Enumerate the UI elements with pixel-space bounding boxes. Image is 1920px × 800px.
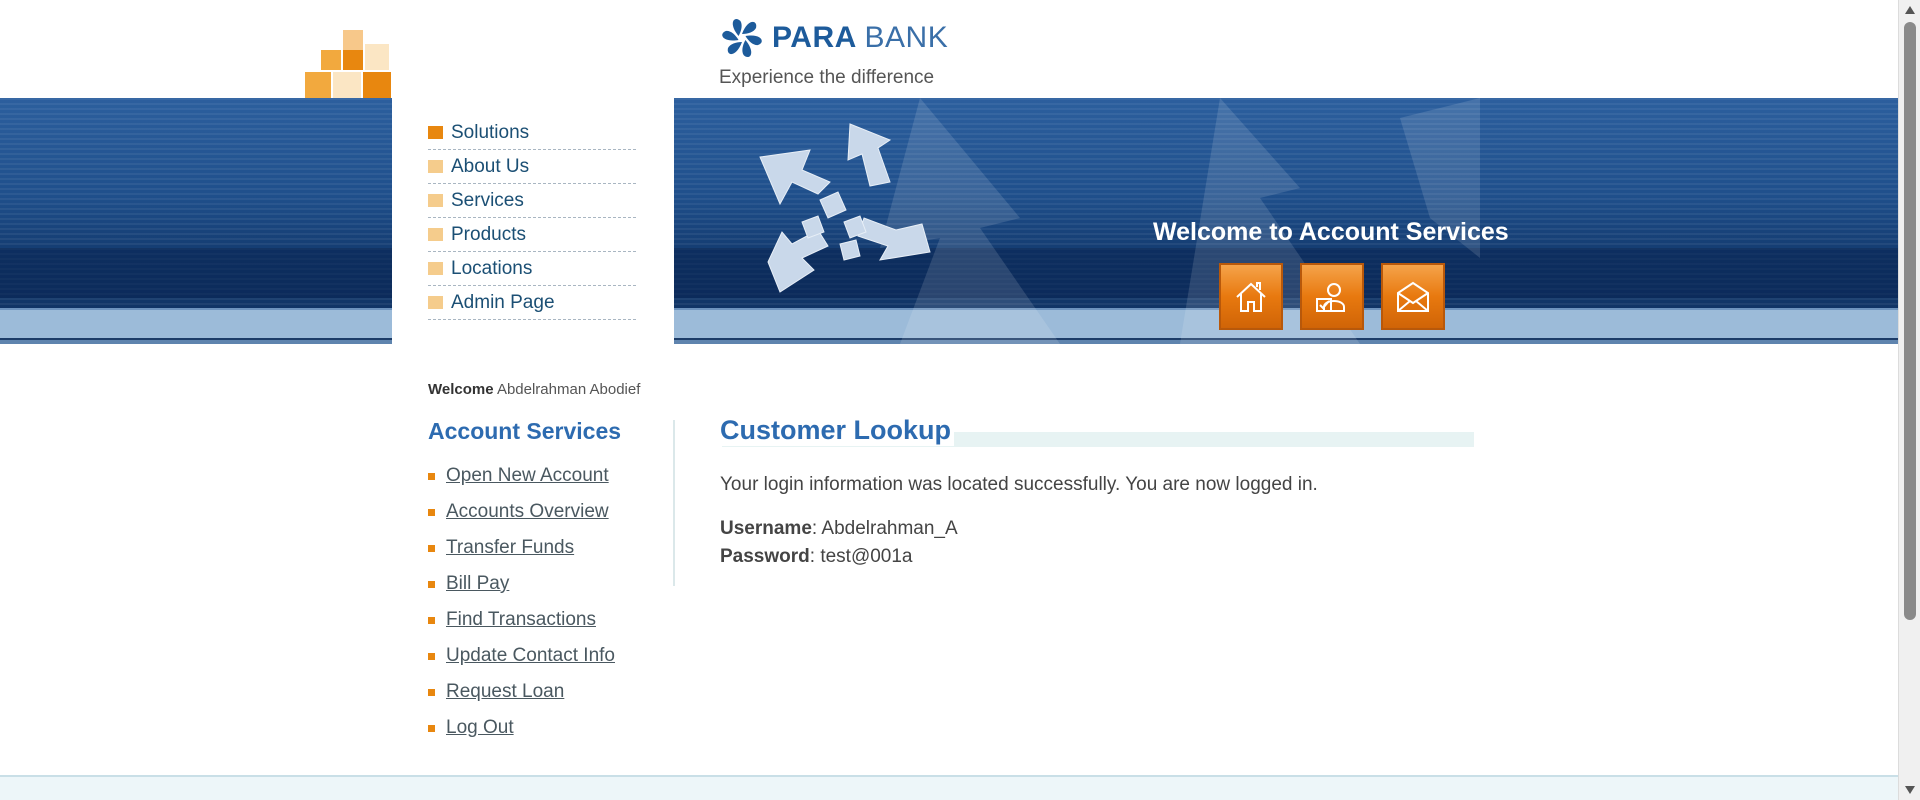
bullet-icon bbox=[428, 544, 435, 552]
menu-item-find-transactions: Find Transactions bbox=[428, 602, 615, 638]
bullet-icon bbox=[428, 724, 435, 732]
log-out-link[interactable]: Log Out bbox=[446, 717, 514, 739]
nav-link[interactable]: Products bbox=[451, 224, 526, 246]
bullet-icon bbox=[428, 580, 435, 588]
mail-icon bbox=[1397, 281, 1429, 312]
bullet-icon bbox=[428, 296, 443, 309]
welcome-message: Welcome Abdelrahman Abodief bbox=[428, 381, 641, 398]
banner-title: Welcome to Account Services bbox=[1153, 218, 1509, 246]
username-label: Username bbox=[720, 518, 812, 539]
contact-button[interactable] bbox=[1381, 263, 1445, 330]
vertical-scrollbar[interactable] bbox=[1898, 0, 1920, 800]
request-loan-link[interactable]: Request Loan bbox=[446, 681, 564, 703]
bullet-icon bbox=[428, 228, 443, 241]
nav-item-admin-page[interactable]: Admin Page bbox=[428, 286, 636, 320]
contact-icon bbox=[1316, 282, 1345, 312]
scroll-up-arrow-icon[interactable] bbox=[1899, 0, 1920, 20]
password-row: Password: test@001a bbox=[720, 546, 913, 568]
column-divider bbox=[673, 420, 675, 586]
bullet-icon bbox=[428, 126, 443, 139]
parabank-logo-icon bbox=[722, 18, 762, 58]
menu-item-update-contact-info: Update Contact Info bbox=[428, 638, 615, 674]
account-services-menu: Open New Account Accounts Overview Trans… bbox=[428, 458, 615, 746]
username-value: : Abdelrahman_A bbox=[811, 518, 958, 539]
about-button[interactable] bbox=[1300, 263, 1364, 330]
bullet-icon bbox=[428, 194, 443, 207]
menu-item-transfer-funds: Transfer Funds bbox=[428, 530, 615, 566]
nav-link[interactable]: Solutions bbox=[451, 122, 529, 144]
menu-item-bill-pay: Bill Pay bbox=[428, 566, 615, 602]
bill-pay-link[interactable]: Bill Pay bbox=[446, 573, 509, 595]
update-contact-info-link[interactable]: Update Contact Info bbox=[446, 645, 615, 667]
menu-item-log-out: Log Out bbox=[428, 710, 615, 746]
menu-item-open-new-account: Open New Account bbox=[428, 458, 615, 494]
accounts-overview-link[interactable]: Accounts Overview bbox=[446, 501, 609, 523]
nav-link[interactable]: Admin Page bbox=[451, 292, 555, 314]
scrollbar-thumb[interactable] bbox=[1904, 22, 1916, 620]
bullet-icon bbox=[428, 688, 435, 696]
bullet-icon bbox=[428, 616, 435, 624]
logo-squares-icon bbox=[305, 28, 395, 98]
transfer-funds-link[interactable]: Transfer Funds bbox=[446, 537, 574, 559]
nav-item-solutions[interactable]: Solutions bbox=[428, 116, 636, 150]
account-services-heading: Account Services bbox=[428, 418, 622, 444]
nav-item-products[interactable]: Products bbox=[428, 218, 636, 252]
find-transactions-link[interactable]: Find Transactions bbox=[446, 609, 596, 631]
username-row: Username: Abdelrahman_A bbox=[720, 518, 958, 540]
brand-name: PARA BANK bbox=[772, 21, 949, 54]
home-icon bbox=[1236, 281, 1266, 312]
nav-item-services[interactable]: Services bbox=[428, 184, 636, 218]
home-button[interactable] bbox=[1219, 263, 1283, 330]
login-success-message: Your login information was located succe… bbox=[720, 474, 1318, 495]
header bbox=[0, 0, 1898, 98]
brand-logo[interactable]: PARA BANK bbox=[718, 14, 948, 62]
nav-panel: Solutions About Us Services Products Loc… bbox=[392, 98, 674, 374]
menu-item-accounts-overview: Accounts Overview bbox=[428, 494, 615, 530]
nav-link[interactable]: Services bbox=[451, 190, 524, 212]
open-new-account-link[interactable]: Open New Account bbox=[446, 465, 609, 487]
banner-arrows-icon bbox=[759, 123, 931, 293]
page-title: Customer Lookup bbox=[720, 415, 955, 446]
nav-item-about-us[interactable]: About Us bbox=[428, 150, 636, 184]
nav-item-locations[interactable]: Locations bbox=[428, 252, 636, 286]
password-label: Password bbox=[720, 546, 810, 567]
bullet-icon bbox=[428, 472, 435, 480]
bullet-icon bbox=[428, 160, 443, 173]
tagline: Experience the difference bbox=[719, 67, 935, 88]
scroll-down-arrow-icon[interactable] bbox=[1899, 780, 1920, 800]
welcome-user: Abdelrahman Abodief bbox=[496, 381, 641, 398]
password-value: : test@001a bbox=[809, 546, 913, 567]
nav-link[interactable]: About Us bbox=[451, 156, 529, 178]
bullet-icon bbox=[428, 652, 435, 660]
bullet-icon bbox=[428, 508, 435, 516]
footer bbox=[0, 775, 1898, 800]
bullet-icon bbox=[428, 262, 443, 275]
nav-link[interactable]: Locations bbox=[451, 258, 532, 280]
main-nav: Solutions About Us Services Products Loc… bbox=[428, 116, 636, 320]
menu-item-request-loan: Request Loan bbox=[428, 674, 615, 710]
